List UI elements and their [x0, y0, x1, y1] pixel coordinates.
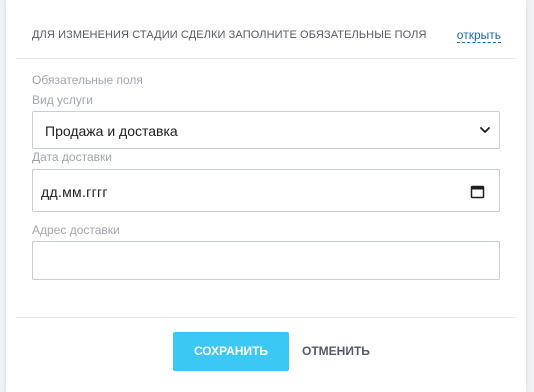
- delivery-date-label: Дата доставки: [32, 150, 112, 164]
- delivery-address-label: Адрес доставки: [32, 223, 120, 237]
- popup-header: ДЛЯ ИЗМЕНЕНИЯ СТАДИИ СДЕЛКИ ЗАПОЛНИТЕ ОБ…: [16, 0, 516, 59]
- open-link[interactable]: открыть: [456, 28, 501, 43]
- service-type-value: Продажа и доставка: [45, 123, 178, 139]
- service-type-label: Вид услуги: [32, 93, 93, 107]
- calendar-icon[interactable]: [470, 184, 485, 199]
- chevron-down-icon: [480, 127, 490, 133]
- delivery-date-placeholder: дд.мм.гггг: [41, 184, 108, 200]
- delivery-date-input[interactable]: дд.мм.гггг: [32, 169, 500, 212]
- cancel-button[interactable]: ОТМЕНИТЬ: [302, 332, 370, 371]
- popup-footer: СОХРАНИТЬ ОТМЕНИТЬ: [16, 317, 516, 392]
- section-title: Обязательные поля: [32, 73, 143, 87]
- delivery-address-input[interactable]: [32, 241, 500, 280]
- service-type-select[interactable]: Продажа и доставка: [32, 111, 500, 149]
- popup-title: ДЛЯ ИЗМЕНЕНИЯ СТАДИИ СДЕЛКИ ЗАПОЛНИТЕ ОБ…: [32, 29, 427, 41]
- save-button[interactable]: СОХРАНИТЬ: [173, 332, 289, 371]
- stage-change-popup: ДЛЯ ИЗМЕНЕНИЯ СТАДИИ СДЕЛКИ ЗАПОЛНИТЕ ОБ…: [6, 0, 526, 392]
